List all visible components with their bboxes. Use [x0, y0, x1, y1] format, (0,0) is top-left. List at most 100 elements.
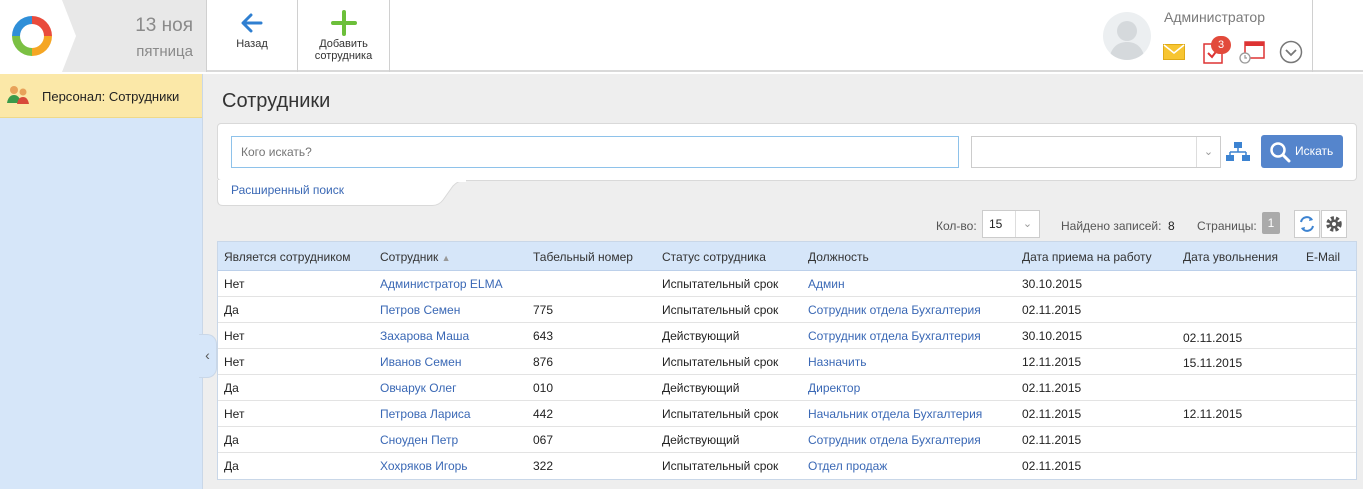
cell-employee-link[interactable]: Захарова Маша	[380, 329, 469, 343]
col-position[interactable]: Должность	[808, 250, 869, 264]
cell-position-link[interactable]: Админ	[808, 277, 845, 291]
cell-is-employee: Да	[224, 433, 239, 447]
page-size-value: 15	[989, 217, 1003, 231]
mail-icon[interactable]	[1163, 40, 1187, 64]
cell-employee-link[interactable]: Иванов Семен	[380, 355, 461, 369]
cell-employee-link[interactable]: Сноуден Петр	[380, 433, 458, 447]
user-area: Администратор 3	[1093, 0, 1313, 72]
table-row[interactable]: Нет Иванов Семен 876 Испытательный срок …	[218, 349, 1356, 375]
cell-position-link[interactable]: Сотрудник отдела Бухгалтерия	[808, 433, 981, 447]
table-row[interactable]: Нет Петрова Лариса 442 Испытательный сро…	[218, 401, 1356, 427]
cell-fire-date: 12.11.2015	[1183, 407, 1243, 421]
employees-table: Является сотрудником Сотрудник ▲ Табельн…	[217, 241, 1357, 480]
cell-is-employee: Нет	[224, 355, 245, 369]
add-employee-button[interactable]: Добавить сотрудника	[298, 0, 390, 72]
cell-hire-date: 30.10.2015	[1022, 277, 1083, 291]
page-current[interactable]: 1	[1262, 212, 1280, 234]
table-row[interactable]: Нет Администратор ELMA Испытательный сро…	[218, 271, 1356, 297]
cell-status: Испытательный срок	[662, 277, 779, 291]
chevron-down-circle-icon[interactable]	[1279, 40, 1303, 64]
sidebar-item-label: Персонал: Сотрудники	[42, 89, 180, 104]
date-display: 13 ноя пятница	[62, 0, 207, 72]
table-header: Является сотрудником Сотрудник ▲ Табельн…	[218, 242, 1356, 271]
col-employee[interactable]: Сотрудник ▲	[380, 250, 451, 264]
cell-is-employee: Нет	[224, 329, 245, 343]
pages-label: Страницы:	[1197, 219, 1257, 233]
add-label-line1: Добавить	[319, 38, 368, 50]
calendar-clock-icon[interactable]	[1239, 40, 1265, 64]
cell-employee-link[interactable]: Петров Семен	[380, 303, 460, 317]
date-main: 13 ноя	[135, 15, 193, 36]
cell-tab-number: 322	[533, 459, 554, 473]
chevron-down-icon: ⌄	[1015, 211, 1039, 237]
search-filter-select[interactable]: ⌄	[971, 136, 1221, 168]
cell-hire-date: 02.11.2015	[1022, 459, 1082, 473]
cell-status: Действующий	[662, 329, 740, 343]
sidebar: Персонал: Сотрудники	[0, 74, 203, 489]
table-row[interactable]: Да Хохряков Игорь 322 Испытательный срок…	[218, 453, 1356, 479]
search-button[interactable]: Искать	[1261, 135, 1343, 168]
search-button-label: Искать	[1295, 144, 1334, 158]
table-row[interactable]: Нет Захарова Маша 643 Действующий Сотруд…	[218, 323, 1356, 349]
sidebar-item-personnel-employees[interactable]: Персонал: Сотрудники	[0, 74, 202, 118]
refresh-button[interactable]	[1294, 210, 1320, 238]
col-hire-date[interactable]: Дата приема на работу	[1022, 250, 1152, 264]
tasks-badge: 3	[1211, 36, 1231, 54]
cell-fire-date: 15.11.2015	[1183, 356, 1243, 370]
col-is-employee[interactable]: Является сотрудником	[224, 250, 351, 264]
org-structure-icon[interactable]	[1226, 141, 1250, 163]
cell-status: Испытательный срок	[662, 303, 779, 317]
cell-tab-number: 643	[533, 329, 554, 343]
back-button[interactable]: Назад	[207, 0, 298, 72]
gear-icon	[1326, 216, 1342, 232]
page-size-select[interactable]: 15 ⌄	[982, 210, 1040, 238]
cell-employee-link[interactable]: Петрова Лариса	[380, 407, 471, 421]
settings-button[interactable]	[1321, 210, 1347, 238]
col-email[interactable]: E-Mail	[1306, 250, 1340, 264]
table-row[interactable]: Да Петров Семен 775 Испытательный срок С…	[218, 297, 1356, 323]
page-title: Сотрудники	[222, 90, 331, 112]
cell-hire-date: 02.11.2015	[1022, 381, 1082, 395]
cell-employee-link[interactable]: Овчарук Олег	[380, 381, 456, 395]
cell-hire-date: 12.11.2015	[1022, 355, 1082, 369]
table-row[interactable]: Да Сноуден Петр 067 Действующий Сотрудни…	[218, 427, 1356, 453]
cell-position-link[interactable]: Назначить	[808, 355, 866, 369]
col-status[interactable]: Статус сотрудника	[662, 250, 766, 264]
cell-position-link[interactable]: Начальник отдела Бухгалтерия	[808, 407, 982, 421]
sort-asc-icon: ▲	[441, 253, 451, 263]
cell-status: Испытательный срок	[662, 355, 779, 369]
avatar[interactable]	[1103, 12, 1151, 60]
chevron-left-icon: ‹	[205, 347, 210, 363]
cell-tab-number: 775	[533, 303, 554, 317]
found-label: Найдено записей:	[1061, 219, 1162, 233]
cell-employee-link[interactable]: Администратор ELMA	[380, 277, 503, 291]
logo-arrow-shape	[62, 0, 76, 72]
cell-position-link[interactable]: Директор	[808, 381, 860, 395]
sidebar-collapse-handle[interactable]: ‹	[199, 334, 217, 378]
search-icon	[1269, 141, 1291, 163]
cell-status: Действующий	[662, 381, 740, 395]
cell-status: Испытательный срок	[662, 459, 779, 473]
cell-is-employee: Нет	[224, 277, 245, 291]
count-label: Кол-во:	[936, 219, 977, 233]
cell-status: Испытательный срок	[662, 407, 779, 421]
cell-position-link[interactable]: Отдел продаж	[808, 459, 887, 473]
col-fire-date[interactable]: Дата увольнения	[1183, 250, 1278, 264]
cell-hire-date: 02.11.2015	[1022, 407, 1082, 421]
user-name[interactable]: Администратор	[1164, 9, 1265, 25]
table-row[interactable]: Да Овчарук Олег 010 Действующий Директор…	[218, 375, 1356, 401]
cell-position-link[interactable]: Сотрудник отдела Бухгалтерия	[808, 329, 981, 343]
chevron-down-icon: ⌄	[1196, 137, 1220, 167]
plus-icon	[298, 8, 389, 38]
cell-is-employee: Нет	[224, 407, 245, 421]
top-bar: 13 ноя пятница Назад Добавить сотрудника…	[0, 0, 1363, 72]
cell-hire-date: 02.11.2015	[1022, 303, 1082, 317]
cell-position-link[interactable]: Сотрудник отдела Бухгалтерия	[808, 303, 981, 317]
search-input[interactable]	[231, 136, 959, 168]
people-icon	[6, 84, 30, 106]
date-weekday: пятница	[136, 43, 193, 60]
col-tab-number[interactable]: Табельный номер	[533, 250, 633, 264]
cell-employee-link[interactable]: Хохряков Игорь	[380, 459, 468, 473]
cell-is-employee: Да	[224, 303, 239, 317]
advanced-search-link[interactable]: Расширенный поиск	[231, 183, 344, 197]
